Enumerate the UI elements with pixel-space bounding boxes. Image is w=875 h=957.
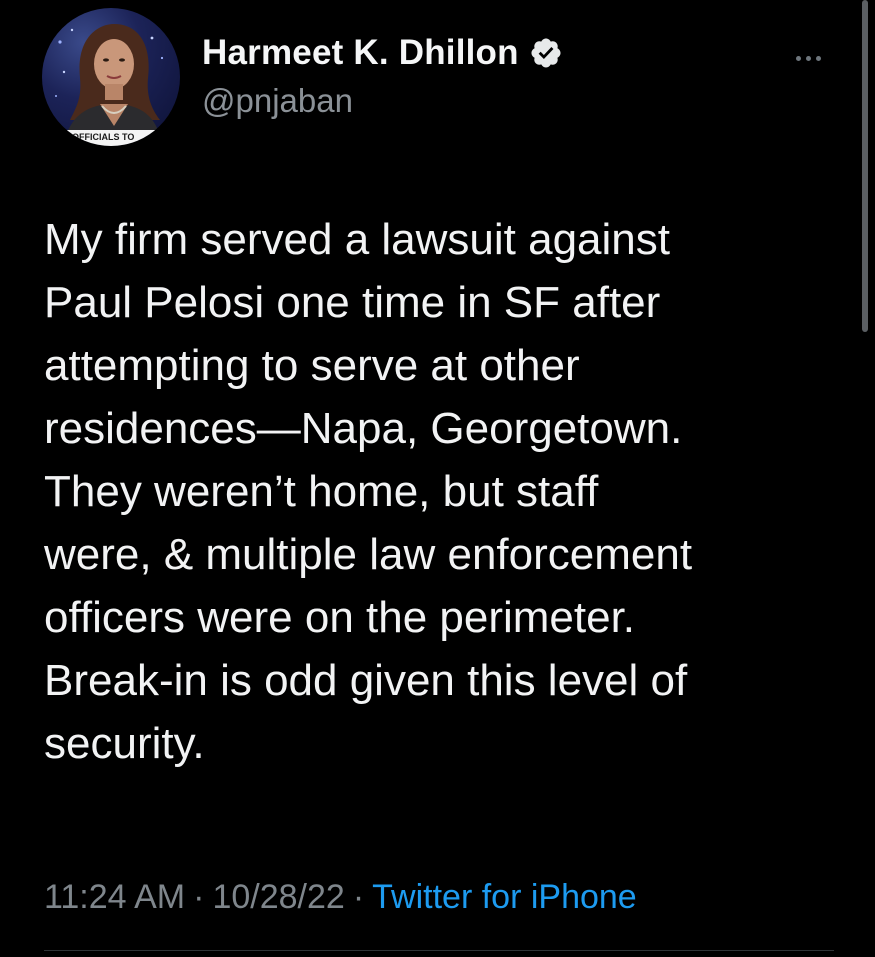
- tweet-time[interactable]: 11:24 AM: [44, 878, 185, 916]
- avatar-image: [42, 24, 180, 146]
- divider: [44, 950, 834, 951]
- tweet-text-line: Paul Pelosi one time in SF after: [44, 278, 661, 327]
- tweet-text-line: security.: [44, 719, 205, 768]
- tweet-text-line: residences—Napa, Georgetown.: [44, 404, 683, 453]
- tweet-card: OFFICIALS TO Harmeet K. Dhillon @pnjaban…: [0, 0, 875, 957]
- scrollbar[interactable]: [862, 0, 868, 332]
- author-handle[interactable]: @pnjaban: [202, 82, 353, 120]
- tweet-text-line: Break-in is odd given this level of: [44, 656, 688, 705]
- author-name[interactable]: Harmeet K. Dhillon: [202, 33, 519, 73]
- tweet-text-line: officers were on the perimeter.: [44, 593, 636, 642]
- tweet-text-line: They weren’t home, but staff: [44, 467, 599, 516]
- author-name-row[interactable]: Harmeet K. Dhillon: [202, 30, 563, 76]
- tweet-text: My firm served a lawsuit against Paul Pe…: [44, 208, 844, 775]
- avatar[interactable]: OFFICIALS TO: [42, 8, 180, 146]
- meta-separator: ·: [352, 878, 365, 916]
- tweet-text-line: were, & multiple law enforcement: [44, 530, 693, 579]
- avatar-caption: OFFICIALS TO: [72, 132, 135, 142]
- tweet-date[interactable]: 10/28/22: [212, 878, 344, 916]
- more-options-icon[interactable]: [796, 48, 836, 68]
- tweet-source-link[interactable]: Twitter for iPhone: [372, 878, 637, 916]
- tweet-text-line: My firm served a lawsuit against: [44, 215, 670, 264]
- tweet-header: OFFICIALS TO Harmeet K. Dhillon @pnjaban: [42, 8, 842, 146]
- tweet-text-line: attempting to serve at other: [44, 341, 580, 390]
- tweet-metadata: 11:24 AM · 10/28/22 · Twitter for iPhone: [44, 878, 637, 922]
- meta-separator: ·: [193, 878, 205, 916]
- verified-badge-icon: [529, 36, 563, 70]
